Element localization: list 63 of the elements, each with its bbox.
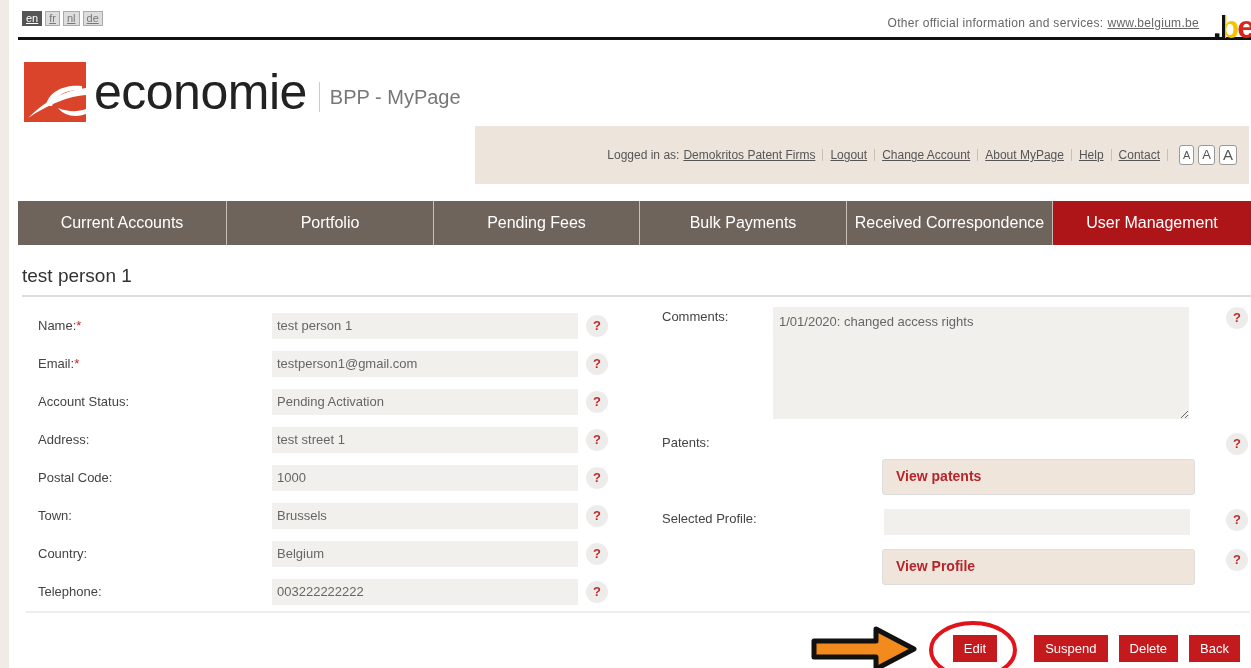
help-icon[interactable]: ? — [586, 428, 608, 451]
header-link[interactable]: Contact — [1118, 146, 1160, 164]
nav-tab[interactable]: User Management — [1053, 201, 1251, 245]
help-icon[interactable]: ? — [586, 504, 608, 527]
field-label: Postal Code: — [37, 468, 114, 487]
input-field[interactable]: 1000 — [272, 464, 578, 491]
language-link[interactable]: fr — [45, 11, 60, 26]
font-size-button[interactable]: A — [1178, 145, 1195, 165]
language-link[interactable]: en — [22, 11, 43, 26]
header-link[interactable]: About MyPage — [985, 146, 1064, 164]
help-icon[interactable]: ? — [1226, 306, 1248, 329]
nav-tab[interactable]: Portfolio — [227, 201, 434, 245]
input-field[interactable]: test person 1 — [272, 312, 578, 339]
nav-tab[interactable]: Pending Fees — [434, 201, 640, 245]
help-icon[interactable]: ? — [586, 352, 608, 375]
help-icon[interactable]: ? — [1226, 548, 1248, 571]
view-button[interactable]: View patents — [882, 458, 1195, 495]
font-size-button[interactable]: A — [1198, 145, 1215, 165]
field-label: Country: — [37, 544, 89, 563]
action-button[interactable]: Suspend — [1034, 634, 1108, 663]
input-field[interactable]: Brussels — [272, 502, 578, 529]
app-title: BPP - MyPage — [318, 82, 461, 112]
help-icon[interactable]: ? — [586, 542, 608, 565]
help-icon[interactable]: ? — [586, 580, 608, 603]
logged-in-label: Logged in as: — [607, 147, 680, 164]
input-field[interactable]: test street 1 — [272, 426, 578, 453]
nav-tab[interactable]: Bulk Payments — [640, 201, 847, 245]
field-label: Telephone: — [37, 582, 103, 601]
font-size-button[interactable]: A — [1219, 145, 1237, 165]
field-label: Name:* — [37, 316, 83, 335]
help-icon[interactable]: ? — [1226, 508, 1248, 531]
help-icon[interactable]: ? — [586, 466, 608, 489]
field-label: Selected Profile: — [661, 509, 758, 528]
input-field[interactable]: testperson1@gmail.com — [272, 350, 578, 377]
header-link[interactable]: Logout — [830, 146, 868, 164]
logo-icon — [24, 62, 86, 122]
field-label: Account Status: — [37, 392, 131, 411]
user-link[interactable]: Demokritos Patent Firms — [683, 146, 816, 164]
view-button[interactable]: View Profile — [882, 548, 1195, 585]
website-link[interactable]: www.belgium.be — [1107, 13, 1199, 32]
info-text: Other official information and services: — [887, 14, 1104, 32]
action-button[interactable]: Delete — [1118, 634, 1179, 663]
field-label: Town: — [37, 506, 73, 525]
help-icon[interactable]: ? — [1226, 432, 1248, 455]
language-link[interactable]: nl — [63, 11, 80, 26]
field-label: Comments: — [661, 307, 730, 326]
input-field[interactable]: 003222222222 — [272, 578, 578, 605]
help-icon[interactable]: ? — [586, 314, 608, 337]
field-label: Address: — [37, 430, 91, 449]
comments-field[interactable]: 1/01/2020: changed access rights — [773, 306, 1189, 419]
page-heading: test person 1 — [22, 262, 1251, 297]
brand-name: economie — [94, 67, 307, 117]
help-icon[interactable]: ? — [586, 390, 608, 413]
language-link[interactable]: de — [82, 11, 103, 26]
header-link[interactable]: Help — [1078, 146, 1104, 164]
action-button[interactable]: Back — [1189, 634, 1240, 663]
field-label: Email:* — [37, 354, 81, 373]
header-link[interactable]: Change Account — [882, 146, 971, 164]
input-field[interactable]: Belgium — [272, 540, 578, 567]
action-button[interactable]: Edit — [952, 634, 998, 663]
field-label: Patents: — [661, 433, 711, 452]
nav-tab[interactable]: Current Accounts — [18, 201, 227, 245]
input-field[interactable]: Pending Activation — [272, 388, 578, 415]
